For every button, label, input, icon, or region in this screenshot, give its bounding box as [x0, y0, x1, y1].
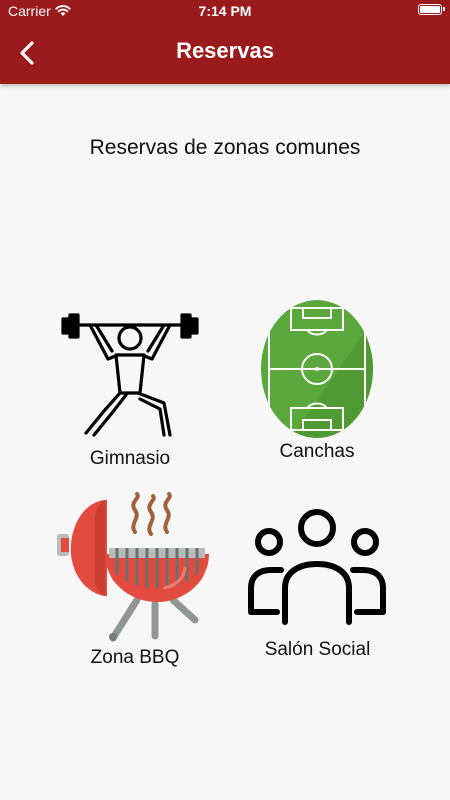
reservas-screen: Carrier 7:14 PM Reservas Reservas de zon… [0, 0, 450, 800]
zone-tile-canchas[interactable]: Canchas [248, 300, 386, 468]
zone-tile-salon-social[interactable]: Salón Social [245, 508, 390, 668]
zone-tile-bbq[interactable]: Zona BBQ [55, 492, 215, 670]
status-bar: Carrier 7:14 PM [0, 0, 450, 22]
weightlifter-icon [61, 313, 199, 437]
status-time: 7:14 PM [198, 3, 252, 19]
zone-label-bbq: Zona BBQ [90, 647, 180, 668]
battery-icon [418, 4, 445, 15]
zone-tile-gimnasio[interactable]: Gimnasio [55, 305, 205, 473]
zone-label-salon-social: Salón Social [264, 639, 371, 660]
soccer-field-icon [261, 300, 373, 438]
zone-label-canchas: Canchas [279, 441, 355, 462]
app-bar: Carrier 7:14 PM Reservas [0, 0, 450, 84]
grill-icon [57, 492, 209, 642]
people-group-icon [248, 509, 386, 625]
page-title: Reservas de zonas comunes [89, 136, 361, 159]
zone-label-gimnasio: Gimnasio [89, 448, 171, 469]
app-bar-title: Reservas [176, 38, 274, 63]
